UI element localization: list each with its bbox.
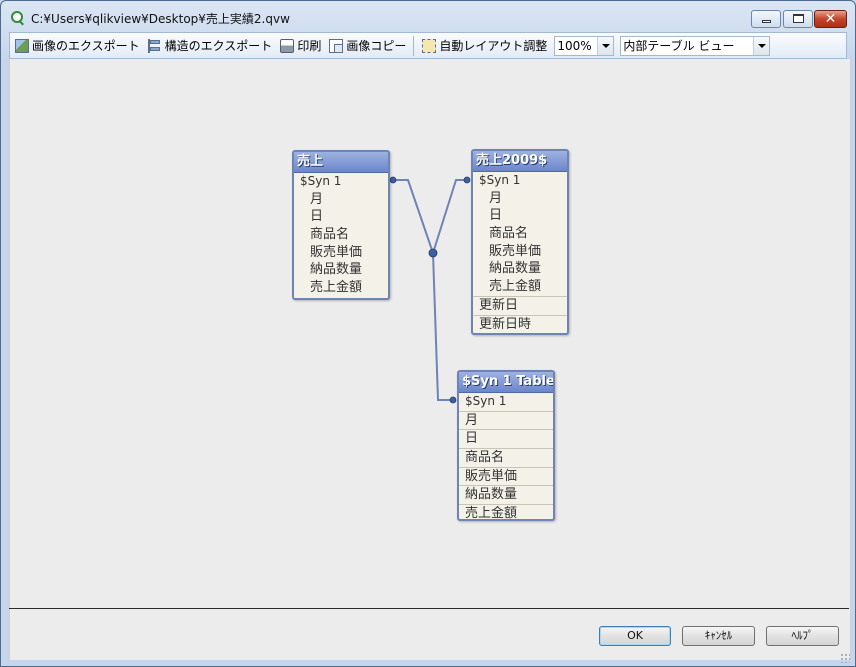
auto-layout-icon (422, 38, 437, 53)
link-junction (428, 248, 438, 258)
copy-icon (329, 38, 344, 53)
export-structure-label: 構造のエクスポート (164, 39, 273, 53)
copy-image-label: 画像コピー (346, 39, 407, 53)
export-image-label: 画像のエクスポート (32, 39, 140, 53)
field-item: 月 (310, 191, 324, 207)
field-item: 販売単価 (489, 243, 542, 259)
print-label: 印刷 (297, 39, 322, 53)
export-image-button[interactable]: 画像のエクスポート (12, 35, 143, 57)
copy-image-button[interactable]: 画像コピー (326, 35, 409, 57)
table-viewer-window: C:¥Users¥qlikview¥Desktop¥売上実績2.qvw ✕ 画像… (0, 0, 856, 667)
close-button[interactable]: ✕ (814, 10, 847, 28)
link-line (393, 179, 434, 254)
structure-tree-icon (147, 38, 162, 53)
view-mode-select[interactable]: 内部テーブル ビュー (620, 35, 771, 56)
table-box-uriage[interactable]: 売上 $Syn 1 月 日 商品名 販売単価 納品数量 売上金額 (292, 150, 390, 300)
field-item: 売上金額 (310, 280, 363, 296)
close-icon: ✕ (824, 11, 837, 27)
link-node (463, 176, 471, 184)
field-item: 日 (459, 429, 553, 448)
field-item: 納品数量 (459, 485, 553, 504)
field-item: 商品名 (310, 227, 350, 243)
zoom-value: 100% (557, 38, 592, 53)
zoom-select[interactable]: 100% (554, 35, 615, 56)
table-diagram-canvas[interactable]: 売上 $Syn 1 月 日 商品名 販売単価 納品数量 売上金額 売上2009$… (9, 59, 851, 609)
printer-icon (280, 38, 295, 53)
field-item: 月 (489, 190, 503, 206)
chevron-down-icon[interactable] (753, 36, 770, 55)
link-line (432, 179, 467, 254)
table-title: 売上2009$ (473, 151, 567, 172)
field-item: 更新日 (473, 295, 567, 315)
minimize-button[interactable] (751, 10, 781, 28)
link-line (432, 252, 453, 401)
toolbar-separator (413, 35, 415, 56)
field-item: 販売単価 (310, 244, 363, 260)
qlikview-app-icon (11, 11, 23, 23)
chevron-down-icon[interactable] (597, 36, 614, 55)
link-node (389, 176, 397, 184)
field-item: 売上金額 (489, 279, 542, 295)
field-item: 更新日時 (473, 314, 567, 334)
table-links (389, 176, 471, 404)
maximize-button[interactable] (783, 10, 813, 28)
field-item: $Syn 1 (479, 173, 521, 187)
field-item: $Syn 1 (465, 394, 507, 408)
window-title: C:¥Users¥qlikview¥Desktop¥売上実績2.qvw (31, 12, 290, 26)
auto-layout-label: 自動レイアウト調整 (439, 39, 548, 53)
export-structure-button[interactable]: 構造のエクスポート (145, 35, 276, 57)
cancel-button[interactable]: ｷｬﾝｾﾙ (682, 626, 755, 646)
table-title: 売上 (294, 152, 388, 173)
table-box-uriage2009[interactable]: 売上2009$ $Syn 1 月 日 商品名 販売単価 納品数量 売上金額 更新… (471, 149, 569, 335)
field-item: $Syn 1 (300, 174, 342, 188)
ok-button[interactable]: OK (599, 626, 671, 646)
export-image-icon (15, 38, 29, 53)
table-box-syn1[interactable]: $Syn 1 Table $Syn 1 月 日 商品名 販売単価 納品数量 売上… (457, 370, 555, 521)
field-item: 納品数量 (489, 261, 542, 277)
link-node (449, 396, 457, 404)
auto-layout-button[interactable]: 自動レイアウト調整 (419, 35, 550, 57)
field-item: 販売単価 (459, 466, 553, 486)
table-title: $Syn 1 Table (459, 372, 553, 393)
resize-grip-icon[interactable] (840, 653, 850, 663)
toolbar: 画像のエクスポート 構造のエクスポート 印刷 画像コピー 自動レイアウト調整 1… (9, 32, 847, 59)
field-item: 商品名 (459, 448, 553, 467)
title-bar[interactable]: C:¥Users¥qlikview¥Desktop¥売上実績2.qvw ✕ (1, 1, 855, 31)
print-button[interactable]: 印刷 (277, 35, 324, 57)
field-item: 売上金額 (459, 504, 553, 523)
field-item: 商品名 (489, 226, 529, 242)
field-item: 日 (310, 209, 324, 225)
field-item: 納品数量 (310, 262, 363, 278)
field-item: 月 (459, 410, 553, 430)
help-button[interactable]: ﾍﾙﾌﾟ (766, 626, 839, 646)
view-mode-value: 内部テーブル ビュー (623, 38, 735, 53)
field-item: 日 (489, 208, 503, 224)
